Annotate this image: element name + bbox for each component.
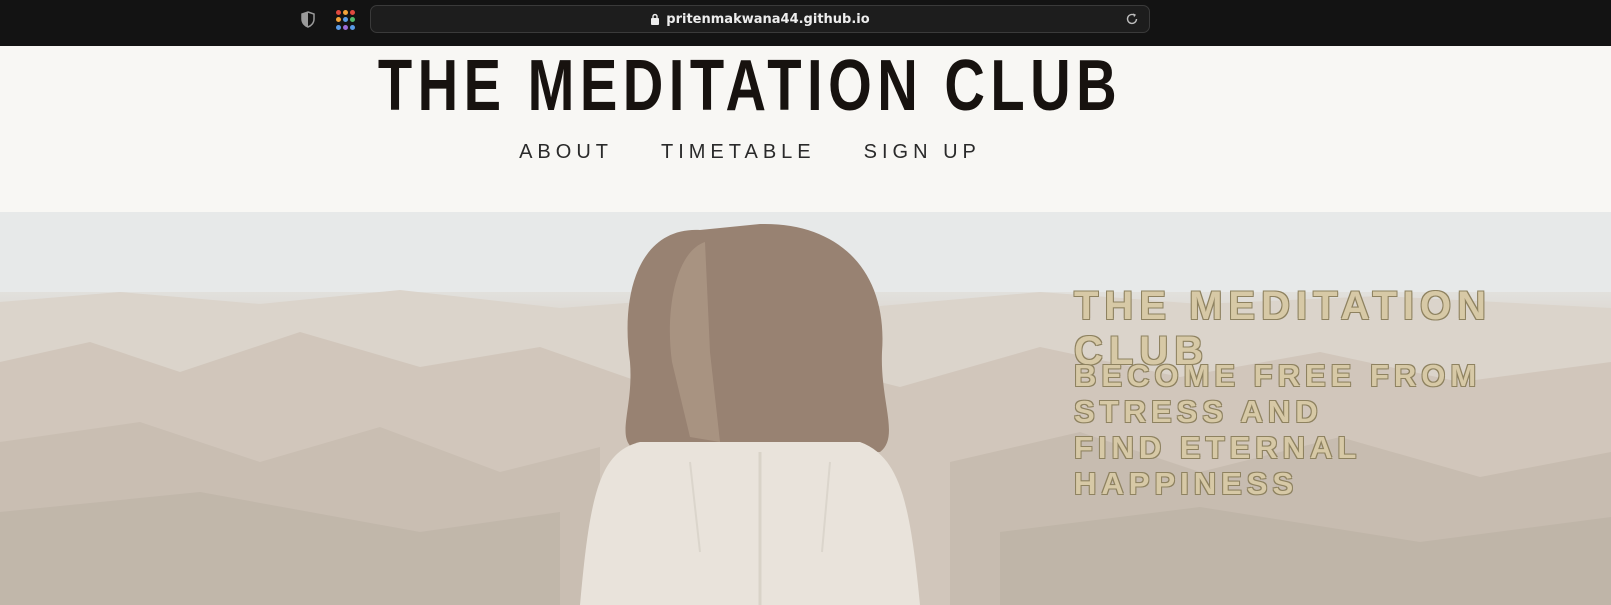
hero-subtitle-line-1: BECOME FREE FROM STRESS AND: [1074, 358, 1482, 429]
nav-timetable[interactable]: TIMETABLE: [661, 141, 816, 164]
main-nav: ABOUT TIMETABLE SIGN UP: [0, 141, 1500, 164]
address-bar[interactable]: pritenmakwana44.github.io: [370, 5, 1150, 33]
hero-subtitle: BECOME FREE FROM STRESS AND FIND ETERNAL…: [1074, 358, 1594, 502]
lock-icon: [651, 13, 660, 25]
reload-icon[interactable]: [1125, 12, 1139, 26]
hero-section: THE MEDITATION CLUB BECOME FREE FROM STR…: [0, 212, 1611, 605]
apps-grid-icon[interactable]: [336, 10, 356, 30]
browser-toolbar: pritenmakwana44.github.io: [0, 0, 1611, 46]
url-text: pritenmakwana44.github.io: [666, 11, 870, 27]
shield-icon[interactable]: [301, 11, 315, 28]
nav-about[interactable]: ABOUT: [519, 141, 613, 164]
site-title: THE MEDITATION CLUB: [377, 46, 1123, 126]
hero-subtitle-line-2: FIND ETERNAL HAPPINESS: [1074, 430, 1361, 501]
nav-sign-up[interactable]: SIGN UP: [864, 141, 981, 164]
site-header: THE MEDITATION CLUB ABOUT TIMETABLE SIGN…: [0, 46, 1611, 212]
